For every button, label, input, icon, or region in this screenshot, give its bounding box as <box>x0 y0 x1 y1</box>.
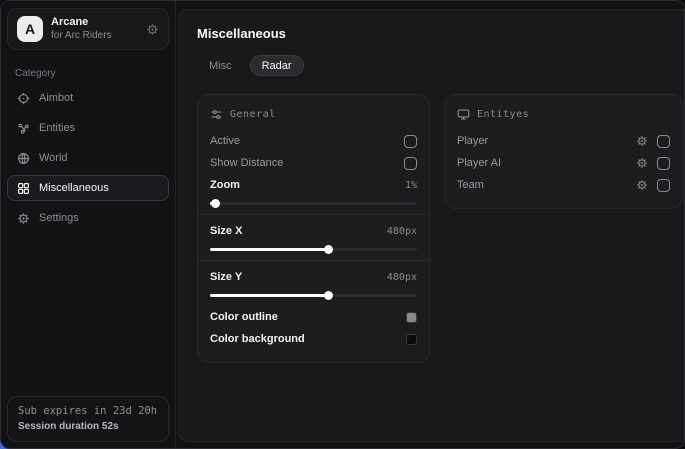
cards-container: General Active Show Distance Zoom 1% <box>197 94 683 363</box>
gear-icon <box>17 212 30 225</box>
sidebar-item-settings[interactable]: Settings <box>7 205 169 231</box>
setting-row-zoom: Zoom 1% <box>210 174 417 196</box>
sidebar-item-label: Settings <box>39 212 79 224</box>
gear-icon[interactable] <box>636 179 648 191</box>
entities-card: Entityes Player P <box>444 94 683 209</box>
setting-row-size-x: Size X 480px <box>210 220 417 242</box>
sidebar-item-entities[interactable]: Entities <box>7 115 169 141</box>
zoom-slider[interactable] <box>210 198 417 208</box>
logo-card: A Arcane for Arc Riders <box>7 8 169 50</box>
category-label: Category <box>15 68 161 79</box>
gear-icon[interactable] <box>636 157 648 169</box>
app-title-block: Arcane for Arc Riders <box>51 16 138 42</box>
setting-row-active: Active <box>210 130 417 152</box>
size-y-value: 480px <box>387 272 417 283</box>
team-checkbox[interactable] <box>657 179 670 192</box>
sidebar-item-label: Entities <box>39 122 75 134</box>
globe-icon <box>17 152 30 165</box>
app-subtitle: for Arc Riders <box>51 30 138 43</box>
sidebar-item-miscellaneous[interactable]: Miscellaneous <box>7 175 169 201</box>
entity-row-player-ai: Player AI <box>457 152 670 174</box>
tab-radar[interactable]: Radar <box>250 55 304 76</box>
player-ai-checkbox[interactable] <box>657 157 670 170</box>
entity-label: Team <box>457 179 484 191</box>
divider <box>198 214 429 215</box>
sidebar-nav: Aimbot Entities World <box>1 85 175 231</box>
tab-misc[interactable]: Misc <box>197 55 244 76</box>
entity-label: Player AI <box>457 157 501 169</box>
general-card-header: General <box>210 108 417 121</box>
player-checkbox[interactable] <box>657 135 670 148</box>
app-logo: A <box>17 16 43 42</box>
slider-thumb[interactable] <box>211 199 220 208</box>
slider-thumb[interactable] <box>324 245 333 254</box>
app-window: A Arcane for Arc Riders Category <box>0 0 685 449</box>
sidebar-item-label: Aimbot <box>39 92 73 104</box>
sidebar-item-label: Miscellaneous <box>39 182 109 194</box>
color-outline-swatch[interactable] <box>406 312 417 323</box>
size-x-value: 480px <box>387 226 417 237</box>
general-card: General Active Show Distance Zoom 1% <box>197 94 430 363</box>
sub-expiry-text: Sub expires in 23d 20h <box>18 405 158 417</box>
setting-label: Show Distance <box>210 157 283 169</box>
page-title: Miscellaneous <box>197 26 683 41</box>
gear-icon[interactable] <box>636 135 648 147</box>
show-distance-checkbox[interactable] <box>404 157 417 170</box>
setting-label: Color background <box>210 333 305 345</box>
sidebar-item-aimbot[interactable]: Aimbot <box>7 85 169 111</box>
slider-thumb[interactable] <box>324 291 333 300</box>
active-checkbox[interactable] <box>404 135 417 148</box>
app-name: Arcane <box>51 16 138 30</box>
setting-row-color-background: Color background <box>210 328 417 350</box>
setting-label: Color outline <box>210 311 278 323</box>
entities-card-header: Entityes <box>457 108 670 121</box>
setting-label: Zoom <box>210 179 240 191</box>
crosshair-icon <box>17 92 30 105</box>
setting-label: Active <box>210 135 240 147</box>
size-y-slider[interactable] <box>210 290 417 300</box>
subscription-card: Sub expires in 23d 20h Session duration … <box>7 396 169 442</box>
zoom-value: 1% <box>405 180 417 191</box>
color-background-swatch[interactable] <box>406 334 417 345</box>
monitor-icon <box>457 108 470 121</box>
sidebar-item-world[interactable]: World <box>7 145 169 171</box>
grid-icon <box>17 182 30 195</box>
sidebar-spacer <box>1 231 175 396</box>
main-panel: Miscellaneous Misc Radar General <box>178 9 685 442</box>
sidebar-item-label: World <box>39 152 68 164</box>
setting-row-show-distance: Show Distance <box>210 152 417 174</box>
setting-row-color-outline: Color outline <box>210 306 417 328</box>
entity-row-team: Team <box>457 174 670 196</box>
divider <box>198 260 429 261</box>
setting-row-size-y: Size Y 480px <box>210 266 417 288</box>
sidebar: A Arcane for Arc Riders Category <box>1 1 176 448</box>
tab-bar: Misc Radar <box>197 55 683 76</box>
entity-row-player: Player <box>457 130 670 152</box>
session-duration-text: Session duration 52s <box>18 421 158 432</box>
general-card-title: General <box>230 109 276 120</box>
entities-card-title: Entityes <box>477 109 529 120</box>
setting-label: Size Y <box>210 271 242 283</box>
setting-label: Size X <box>210 225 242 237</box>
scatter-icon <box>17 122 30 135</box>
gear-icon[interactable] <box>146 23 159 36</box>
sliders-icon <box>210 108 223 121</box>
entity-label: Player <box>457 135 488 147</box>
size-x-slider[interactable] <box>210 244 417 254</box>
